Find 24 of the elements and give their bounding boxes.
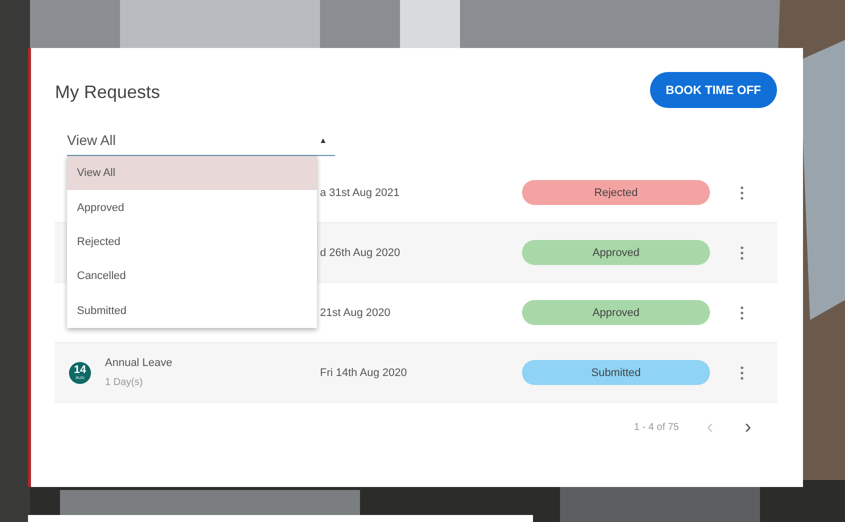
- leave-type: Annual Leave: [105, 357, 172, 369]
- menu-option[interactable]: View All: [67, 156, 317, 190]
- more-options-icon[interactable]: [740, 246, 744, 260]
- menu-option[interactable]: Rejected: [67, 224, 317, 260]
- status-pill: Approved: [522, 240, 710, 265]
- page-range: 1 - 4 of 75: [634, 422, 679, 433]
- menu-option[interactable]: Approved: [67, 190, 317, 225]
- more-options-icon[interactable]: [740, 186, 744, 200]
- card-title: My Requests: [55, 82, 160, 102]
- more-options-icon[interactable]: [740, 366, 744, 380]
- book-time-off-button[interactable]: BOOK TIME OFF: [650, 72, 777, 108]
- status-pill: Submitted: [522, 360, 710, 385]
- request-date: Fri 14th Aug 2020: [320, 366, 408, 378]
- next-page-button[interactable]: ›: [733, 415, 763, 440]
- request-date: a 31st Aug 2021: [320, 186, 401, 198]
- menu-option[interactable]: Submitted: [67, 294, 317, 328]
- menu-option[interactable]: Cancelled: [67, 259, 317, 294]
- request-date: d 26th Aug 2020: [320, 246, 402, 258]
- leave-duration: 1 Day(s): [105, 377, 144, 388]
- caret-icon: ▲: [319, 136, 327, 144]
- more-options-icon[interactable]: [740, 306, 744, 320]
- status-pill: Approved: [522, 300, 710, 325]
- status-pill: Rejected: [522, 180, 710, 205]
- request-date: 21st Aug 2020: [320, 306, 392, 318]
